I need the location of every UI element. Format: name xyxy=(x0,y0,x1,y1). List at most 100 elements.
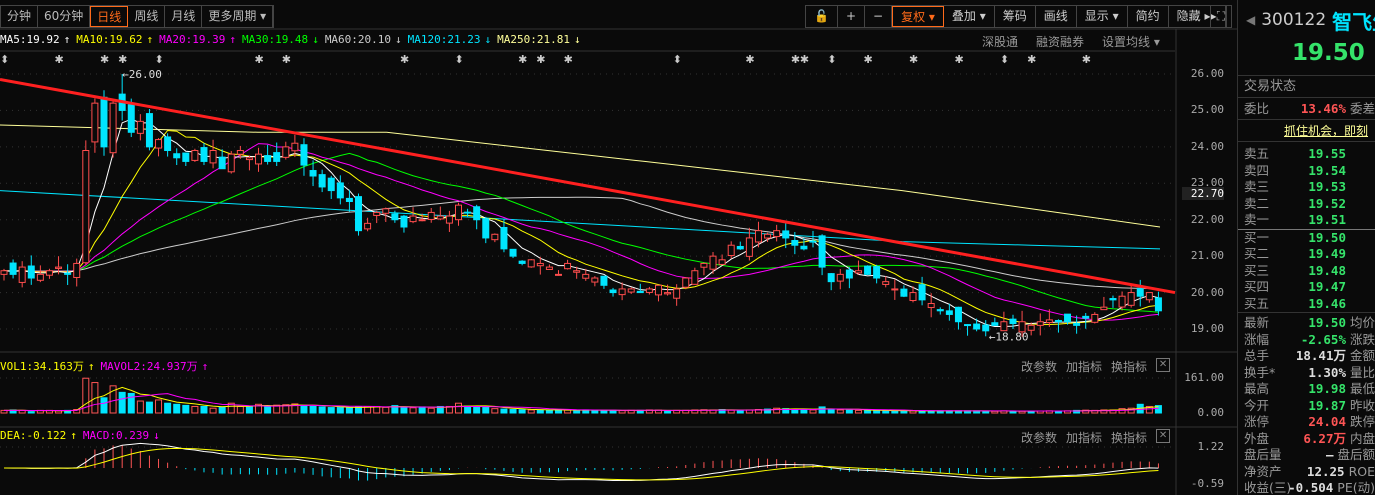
quote-label: 卖一 xyxy=(1244,212,1270,227)
candle xyxy=(1136,287,1144,297)
volume-bar xyxy=(491,408,499,414)
candle xyxy=(527,259,535,268)
volume-bar xyxy=(536,409,544,414)
candle xyxy=(127,104,135,133)
volume-indicator-links: 改参数 加指标 换指标 ✕ xyxy=(1021,358,1171,375)
event-marker-icon[interactable]: ⬍ xyxy=(0,53,9,66)
candle xyxy=(964,324,972,327)
event-marker-icon[interactable]: ⬍ xyxy=(1000,53,1009,66)
event-marker-icon[interactable]: ✱ xyxy=(518,53,527,66)
quote-label: 涨停 xyxy=(1244,414,1270,429)
volume-bar xyxy=(427,407,435,414)
close-icon[interactable]: ✕ xyxy=(1156,358,1171,372)
event-marker-icon[interactable]: ✱ xyxy=(1082,53,1091,66)
event-marker-icon[interactable]: ✱ xyxy=(791,53,800,66)
switch-indicator-button[interactable]: 换指标 xyxy=(1111,358,1147,375)
candle xyxy=(673,288,681,299)
candle xyxy=(0,270,8,275)
collapse-arrow-icon[interactable]: ◀ xyxy=(1246,13,1255,27)
quote-right-label: 量比 xyxy=(1349,364,1375,380)
candle xyxy=(327,177,335,192)
event-marker-icon[interactable]: ✱ xyxy=(55,53,64,66)
volume-bar xyxy=(409,407,417,414)
macd_legend-label: DEA:-0.122 xyxy=(0,429,67,442)
candle xyxy=(691,270,699,285)
chart-canvas[interactable]: ←26.00←18.80⬍ ✱ ✱ ✱ ⬍ ✱ ✱ ✱ ⬍ ✱ ✱ ✱ ⬍ ✱ ✱ ✱ ⬍ ✱ ✱ ✱ ⬍ ✱ ✱ xyxy=(0,0,1237,495)
candle xyxy=(73,262,81,278)
volume-bar xyxy=(864,409,872,414)
candle xyxy=(200,147,208,162)
candle xyxy=(500,226,508,250)
event-marker-icon[interactable]: ✱ xyxy=(536,53,545,66)
event-marker-icon[interactable]: ⬍ xyxy=(827,53,836,66)
price-tick: 26.00 xyxy=(1190,67,1224,80)
volume-bar xyxy=(809,409,817,414)
change-params-button[interactable]: 改参数 xyxy=(1021,358,1057,375)
event-marker-icon[interactable]: ✱ xyxy=(564,53,573,66)
switch-indicator-button[interactable]: 换指标 xyxy=(1111,429,1147,446)
quote-value: 19.51 xyxy=(1308,212,1346,227)
event-marker-icon[interactable]: ⬍ xyxy=(155,53,164,66)
candle xyxy=(36,273,44,281)
candle xyxy=(318,174,326,188)
candle xyxy=(736,245,744,250)
quote-value: 19.47 xyxy=(1308,279,1346,294)
quote-label: 买三 xyxy=(1244,262,1270,278)
add-indicator-button[interactable]: 加指标 xyxy=(1066,358,1102,375)
candle xyxy=(164,136,172,152)
candle xyxy=(264,155,272,162)
price-tick: 19.00 xyxy=(1190,322,1224,335)
volume-bar xyxy=(664,410,672,414)
change-params-button[interactable]: 改参数 xyxy=(1021,429,1057,446)
close-icon[interactable]: ✕ xyxy=(1156,429,1171,443)
volume-bar xyxy=(509,409,517,414)
event-marker-icon[interactable]: ✱ xyxy=(745,53,754,66)
event-marker-icon[interactable]: ✱ xyxy=(282,53,291,66)
event-marker-icon[interactable]: ✱ xyxy=(800,53,809,66)
volume-bar xyxy=(136,400,144,414)
volume-bar xyxy=(573,409,581,414)
event-marker-icon[interactable]: ✱ xyxy=(118,53,127,66)
quote-row: 买四 19.47 xyxy=(1238,279,1375,296)
event-marker-icon[interactable]: ✱ xyxy=(100,53,109,66)
trend-line[interactable] xyxy=(0,77,1176,295)
quote-row: 卖二 19.52 xyxy=(1238,196,1375,213)
quote-row: 卖一 19.51 xyxy=(1238,212,1375,229)
event-marker-icon[interactable]: ✱ xyxy=(909,53,918,66)
candle xyxy=(973,323,981,330)
candle xyxy=(745,237,753,257)
weibi-label: 委比 xyxy=(1244,101,1270,116)
candle xyxy=(273,152,281,162)
candle xyxy=(900,288,908,297)
stock-name: 智飞生物 xyxy=(1332,9,1375,34)
price-annotation: ←26.00 xyxy=(122,68,162,81)
volume-axis-min: 0.00 xyxy=(1197,406,1225,419)
quote-label: 总手 xyxy=(1244,348,1270,363)
volume-bar xyxy=(127,392,135,414)
candle xyxy=(754,230,762,243)
candle xyxy=(100,96,108,148)
event-marker-icon[interactable]: ✱ xyxy=(255,53,264,66)
quote-value: — xyxy=(1325,447,1334,462)
volume-bar xyxy=(891,410,899,414)
candle xyxy=(309,170,317,177)
event-marker-icon[interactable]: ✱ xyxy=(1027,53,1036,66)
candle xyxy=(236,150,244,155)
event-marker-icon[interactable]: ⬍ xyxy=(455,53,464,66)
candle xyxy=(355,196,363,232)
candle xyxy=(554,273,562,276)
add-indicator-button[interactable]: 加指标 xyxy=(1066,429,1102,446)
candle xyxy=(1145,292,1153,301)
volume_legend-item: VOL1:34.163万 ↑ xyxy=(0,358,94,374)
quote-value: -0.504 xyxy=(1288,480,1334,495)
event-marker-icon[interactable]: ✱ xyxy=(864,53,873,66)
event-marker-icon[interactable]: ✱ xyxy=(400,53,409,66)
candle xyxy=(345,197,353,203)
promo-link[interactable]: 抓住机会，即刻 xyxy=(1238,120,1375,142)
quote-row: 换手* 1.30% 量比 xyxy=(1238,365,1375,382)
event-marker-icon[interactable]: ⬍ xyxy=(673,53,682,66)
candle xyxy=(509,248,517,257)
quote-value: 12.25 xyxy=(1306,463,1345,479)
quote-value: 19.48 xyxy=(1308,262,1346,278)
event-marker-icon[interactable]: ✱ xyxy=(954,53,963,66)
